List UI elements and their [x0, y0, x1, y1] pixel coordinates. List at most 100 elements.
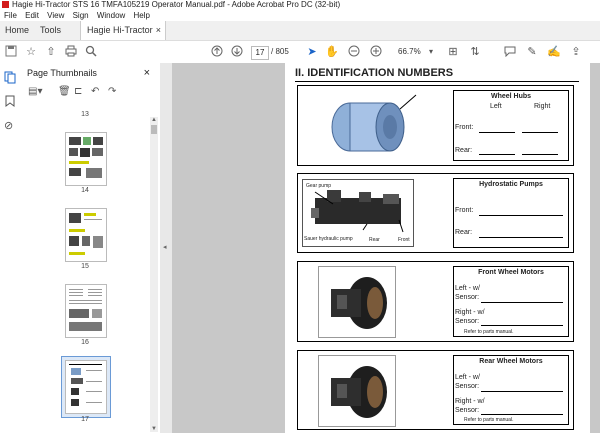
undo-icon[interactable]: ↶	[91, 86, 99, 97]
extract-page-icon[interactable]: ⊏	[74, 86, 82, 97]
thumbnail-page-15[interactable]	[65, 208, 107, 262]
panel-header: Page Thumbnails ×	[20, 63, 160, 83]
close-panel-icon[interactable]: ×	[144, 63, 150, 83]
menu-window[interactable]: Window	[97, 11, 125, 20]
rear-wheel-motor-photo	[318, 355, 396, 427]
sign-icon[interactable]: ✍	[547, 45, 561, 59]
bookmark-star-icon[interactable]: ☆	[24, 45, 38, 59]
page-total: / 805	[271, 47, 289, 56]
close-tab-icon[interactable]: ×	[156, 21, 161, 40]
print-icon[interactable]	[64, 45, 78, 59]
scroll-up-icon[interactable]: ▲	[150, 117, 158, 123]
front-motors-left-field[interactable]	[481, 302, 563, 303]
bookmarks-icon[interactable]	[5, 95, 15, 109]
delete-page-icon[interactable]: 🗑	[58, 86, 71, 97]
rear-motors-right-sensor-label: Sensor:	[455, 407, 480, 414]
panel-splitter[interactable]: ◂	[160, 63, 172, 433]
front-wheel-motors-form: Front Wheel Motors Left - w/ Sensor: Rig…	[453, 266, 569, 337]
menu-view[interactable]: View	[47, 11, 64, 20]
wheel-hubs-front-left-field[interactable]	[479, 132, 515, 133]
front-motors-note: Refer to parts manual.	[464, 329, 514, 335]
options-menu-icon[interactable]: ▤▾	[28, 86, 42, 97]
rear-motors-right-field[interactable]	[481, 414, 563, 415]
scrollbar-thumb[interactable]	[151, 125, 157, 134]
tab-tools[interactable]: Tools	[40, 21, 61, 40]
next-page-icon[interactable]	[230, 45, 244, 59]
zoom-level[interactable]: 66.7%	[398, 46, 421, 58]
page-fit-icon[interactable]: ⊞	[446, 45, 460, 59]
tab-bar: Home Tools Hagie Hi-Tractor ST... ×	[0, 21, 600, 54]
wheel-hubs-rear-left-field[interactable]	[479, 154, 515, 155]
rear-wheel-motors-title: Rear Wheel Motors	[479, 358, 543, 365]
scroll-mode-icon[interactable]: ⇅	[468, 45, 482, 59]
thumbnail-page-14[interactable]	[65, 132, 107, 186]
rear-motors-left-field[interactable]	[481, 391, 563, 392]
attachments-icon[interactable]: ⊘	[4, 119, 13, 132]
tab-document[interactable]: Hagie Hi-Tractor ST... ×	[80, 21, 166, 54]
front-motors-right-field[interactable]	[481, 325, 563, 326]
hydrostatic-pumps-title: Hydrostatic Pumps	[479, 181, 543, 188]
wheel-hubs-front-right-field[interactable]	[522, 132, 558, 133]
thumbnail-label-15: 15	[81, 263, 89, 270]
pumps-rear-field[interactable]	[479, 237, 563, 238]
thumbnail-label-16: 16	[81, 339, 89, 346]
zoom-in-icon[interactable]	[369, 45, 383, 59]
thumbnail-scrollbar[interactable]: ▲ ▼	[150, 117, 158, 432]
acrobat-logo-icon	[2, 1, 9, 8]
wheel-hubs-block: Wheel Hubs Left Right Front: Rear:	[297, 85, 574, 166]
hydrostatic-pumps-form: Hydrostatic Pumps Front: Rear:	[453, 178, 569, 248]
save-icon[interactable]	[4, 45, 18, 59]
wheel-hubs-rear-label: Rear:	[455, 147, 473, 154]
wheel-hub-photo	[318, 89, 418, 159]
document-viewer: II. IDENTIFICATION NUMBERS Wheel Hubs Le…	[172, 63, 600, 433]
collapse-panel-icon[interactable]: ◂	[163, 243, 167, 251]
cloud-upload-icon[interactable]: ⇧	[44, 45, 58, 59]
menu-file[interactable]: File	[4, 11, 17, 20]
thumbnail-label-17: 17	[81, 416, 89, 423]
menu-edit[interactable]: Edit	[25, 11, 39, 20]
front-wheel-motors-block: Front Wheel Motors Left - w/ Sensor: Rig…	[297, 261, 574, 342]
sauer-pump-caption: Sauer hydraulic pump	[304, 236, 353, 242]
section-rule	[295, 81, 579, 82]
menu-sign[interactable]: Sign	[73, 11, 89, 20]
navigation-strip: ⊘	[0, 63, 21, 433]
wheel-hubs-rear-right-field[interactable]	[522, 154, 558, 155]
rear-motors-left-sensor-label: Sensor:	[455, 383, 480, 390]
tab-home[interactable]: Home	[5, 21, 29, 40]
page-thumbnails-icon[interactable]	[4, 71, 16, 86]
menu-help[interactable]: Help	[134, 11, 150, 20]
thumbnail-page-17[interactable]	[65, 360, 107, 414]
panel-toolbar: ▤▾ 🗑 ⊏ ↶ ↷	[20, 83, 160, 101]
rear-wheel-motors-block: Rear Wheel Motors Left - w/ Sensor: Righ…	[297, 350, 574, 430]
redo-icon[interactable]: ↷	[108, 86, 116, 97]
front-motors-left-sensor-label: Sensor:	[455, 294, 480, 301]
previous-page-icon[interactable]	[210, 45, 224, 59]
front-motors-left-label: Left - w/	[455, 285, 480, 292]
thumbnail-page-16[interactable]	[65, 284, 107, 338]
wheel-hubs-form: Wheel Hubs Left Right Front: Rear:	[453, 90, 569, 161]
rear-caption: Rear	[369, 237, 380, 243]
wheel-hubs-title: Wheel Hubs	[490, 93, 532, 100]
highlight-pen-icon[interactable]: ✎	[525, 45, 539, 59]
pumps-front-field[interactable]	[479, 215, 563, 216]
search-icon[interactable]	[84, 45, 98, 59]
zoom-out-icon[interactable]	[347, 45, 361, 59]
wheel-hubs-front-label: Front:	[455, 124, 474, 131]
front-caption: Front	[398, 237, 410, 243]
document-page: II. IDENTIFICATION NUMBERS Wheel Hubs Le…	[285, 63, 590, 433]
rear-motors-right-label: Right - w/	[455, 398, 485, 405]
hand-tool-icon[interactable]: ✋	[325, 45, 339, 59]
front-motors-right-label: Right - w/	[455, 309, 485, 316]
share-icon[interactable]: ⇪	[569, 45, 583, 59]
hydrostatic-pumps-block: Gear pump Sauer hydraulic pump Rear Fron…	[297, 173, 574, 253]
scroll-down-icon[interactable]: ▼	[150, 426, 158, 432]
rear-motors-note: Refer to parts manual.	[464, 417, 514, 423]
zoom-dropdown-icon[interactable]: ▾	[424, 45, 438, 59]
hydrostatic-pumps-photo: Gear pump Sauer hydraulic pump Rear Fron…	[302, 179, 414, 247]
gear-pump-caption: Gear pump	[306, 183, 332, 189]
wheel-hubs-right-header: Right	[534, 103, 551, 110]
toolbar: ☆ ⇧ 17 / 805 ➤ ✋ 66.7% ▾ ⊞ ⇅ ✎ ✍ ⇪	[0, 41, 600, 64]
page-number-input[interactable]: 17	[251, 46, 269, 60]
comment-icon[interactable]	[503, 45, 517, 59]
select-cursor-icon[interactable]: ➤	[305, 45, 319, 59]
